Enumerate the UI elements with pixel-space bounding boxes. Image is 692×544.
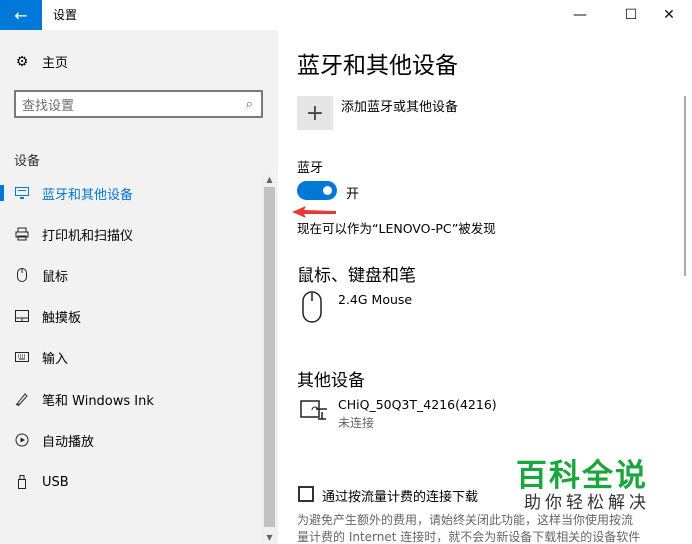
add-device-button[interactable]: + <box>297 96 333 130</box>
metered-desc-line1: 为避免产生额外的费用，请始终关闭此功能，这样当你使用按流 <box>297 513 634 527</box>
other-section-title: 其他设备 <box>297 371 365 391</box>
keyboard-icon <box>14 349 30 365</box>
sidebar-item-touchpad[interactable]: 触摸板 <box>0 296 262 336</box>
sidebar-item-label: 触摸板 <box>42 310 82 326</box>
sidebar-home[interactable]: ⚙ 主页 <box>14 52 69 72</box>
sidebar-item-label: USB <box>42 474 69 490</box>
sidebar-item-pen[interactable]: 笔和 Windows Ink <box>0 379 262 419</box>
touchpad-icon <box>14 308 30 324</box>
maximize-icon: ☐ <box>624 7 638 23</box>
window-title: 设置 <box>53 8 78 22</box>
add-device-label[interactable]: 添加蓝牙或其他设备 <box>341 96 458 115</box>
search-input[interactable]: 查找设置 ⌕ <box>14 90 263 118</box>
other-device-name[interactable]: CHiQ_50Q3T_4216(4216) <box>338 397 497 412</box>
minimize-icon: — <box>573 7 587 23</box>
sidebar-item-typing[interactable]: 输入 <box>0 337 262 377</box>
sidebar-item-label: 自动播放 <box>42 434 95 450</box>
sidebar-item-autoplay[interactable]: 自动播放 <box>0 420 262 460</box>
minimize-button[interactable]: — <box>557 0 603 30</box>
metered-description: 为避免产生额外的费用，请始终关闭此功能，这样当你使用按流 量计费的 Intern… <box>297 512 677 544</box>
active-indicator <box>0 185 4 201</box>
display-device-icon <box>300 399 328 428</box>
scrollbar-thumb[interactable] <box>264 187 275 527</box>
plus-icon: + <box>305 100 325 126</box>
search-placeholder: 查找设置 <box>22 98 75 114</box>
title-bar: ← 设置 — ☐ ✕ <box>0 0 692 30</box>
bluetooth-state: 开 <box>346 187 360 202</box>
sidebar-item-usb[interactable]: USB <box>0 462 262 502</box>
mouse-icon <box>14 267 30 283</box>
sidebar-item-printers[interactable]: 打印机和扫描仪 <box>0 214 262 254</box>
page-title: 蓝牙和其他设备 <box>297 53 458 79</box>
close-icon: ✕ <box>663 7 675 23</box>
main-scrollbar[interactable] <box>684 96 686 276</box>
usb-icon <box>14 474 30 490</box>
other-device-status: 未连接 <box>338 416 375 430</box>
sidebar-item-mouse[interactable]: 鼠标 <box>0 255 262 295</box>
mouse-device-icon <box>302 291 322 328</box>
mouse-section-title: 鼠标、键盘和笔 <box>297 266 416 286</box>
bluetooth-devices-icon <box>14 185 30 201</box>
printer-icon <box>14 226 30 242</box>
mouse-device-name[interactable]: 2.4G Mouse <box>338 292 412 307</box>
discoverable-text: 现在可以作为“LENOVO-PC”被发现 <box>297 221 496 236</box>
sidebar: ⚙ 主页 查找设置 ⌕ 设备 蓝牙和其他设备 打印机和扫描仪 鼠标 触摸板 输入… <box>0 30 278 544</box>
sidebar-item-label: 蓝牙和其他设备 <box>42 187 134 203</box>
sidebar-item-bluetooth[interactable]: 蓝牙和其他设备 <box>0 173 262 213</box>
metered-desc-line2: 量计费的 Internet 连接时，就不会为新设备下载相关的设备软件 <box>297 530 641 544</box>
sidebar-item-label: 打印机和扫描仪 <box>42 228 134 244</box>
sidebar-scrollbar[interactable]: ▲ ▼ <box>262 172 277 544</box>
bluetooth-label: 蓝牙 <box>297 161 324 176</box>
watermark-subtitle: 助你轻松解决 <box>524 493 650 513</box>
bluetooth-toggle[interactable] <box>297 181 337 200</box>
toggle-knob <box>323 186 332 195</box>
close-button[interactable]: ✕ <box>646 0 692 30</box>
pen-icon <box>14 391 30 407</box>
metered-checkbox[interactable] <box>298 486 314 502</box>
scroll-down-icon[interactable]: ▼ <box>262 530 277 544</box>
search-icon[interactable]: ⌕ <box>246 97 253 112</box>
back-button[interactable]: ← <box>0 0 42 30</box>
section-label: 设备 <box>14 154 41 169</box>
home-label: 主页 <box>42 56 69 71</box>
scroll-up-icon[interactable]: ▲ <box>262 172 277 186</box>
gear-icon: ⚙ <box>15 53 29 70</box>
sidebar-item-label: 笔和 Windows Ink <box>42 393 154 409</box>
sidebar-item-label: 输入 <box>42 351 69 367</box>
back-arrow-icon: ← <box>14 5 28 25</box>
autoplay-icon <box>14 432 30 448</box>
sidebar-item-label: 鼠标 <box>42 269 69 285</box>
metered-checkbox-label[interactable]: 通过按流量计费的连接下载 <box>322 486 478 505</box>
